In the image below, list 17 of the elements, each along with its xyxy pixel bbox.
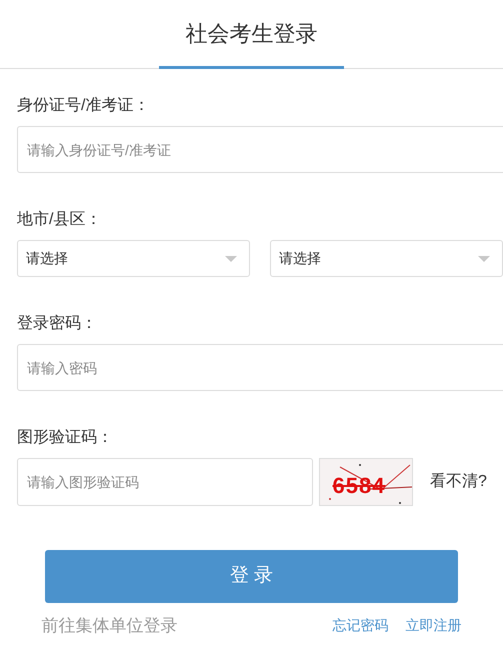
field-label: 身份证号/准考证： — [17, 96, 150, 116]
input-field[interactable]: 请输入身份证号/准考证 — [17, 126, 503, 173]
input-field[interactable]: 请输入图形验证码 — [17, 458, 313, 506]
login-tab[interactable]: 社会考生登录 — [159, 0, 344, 69]
caret-icon — [478, 256, 490, 262]
caret-icon — [225, 256, 237, 262]
select-dropdown[interactable]: 请选择 — [270, 240, 503, 277]
field-label: 图形验证码： — [17, 428, 114, 448]
login-button[interactable]: 登 录 — [45, 550, 458, 603]
refresh-captcha-link[interactable]: 看不清? — [430, 470, 487, 494]
field-label: 地市/县区： — [17, 210, 102, 230]
input-field[interactable]: 请输入密码 — [17, 344, 503, 391]
select-dropdown[interactable]: 请选择 — [17, 240, 250, 277]
group-login-link[interactable]: 前往集体单位登录 — [42, 613, 178, 638]
forgot-password-link[interactable]: 忘记密码 — [332, 615, 388, 636]
register-link[interactable]: 立即注册 — [406, 615, 462, 636]
field-label: 登录密码： — [17, 314, 98, 334]
